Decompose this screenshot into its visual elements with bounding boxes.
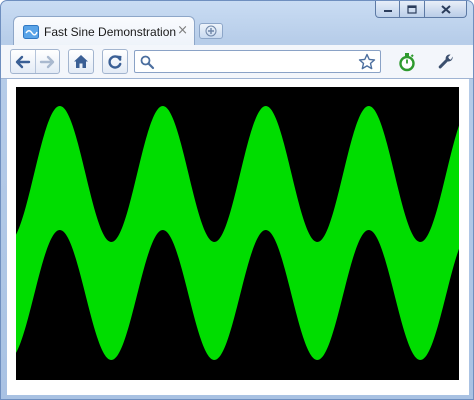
browser-window: Fast Sine Demonstration ×: [0, 0, 474, 400]
stopwatch-icon[interactable]: [397, 52, 417, 72]
page-content: [7, 79, 469, 395]
tab-close-icon[interactable]: ×: [177, 23, 188, 39]
sine-wave-graphic: [16, 87, 459, 380]
menu-button[interactable]: [431, 49, 461, 74]
caption-buttons: [375, 1, 467, 18]
forward-arrow-icon: [40, 55, 55, 68]
back-arrow-icon: [15, 55, 31, 68]
plus-icon: [205, 25, 217, 37]
close-icon: [440, 4, 451, 14]
reload-icon: [108, 54, 122, 69]
forward-button[interactable]: [36, 50, 59, 73]
wrench-icon: [438, 53, 453, 68]
tab-active[interactable]: Fast Sine Demonstration ×: [13, 16, 195, 46]
home-button[interactable]: [68, 49, 94, 74]
star-icon[interactable]: [358, 53, 376, 71]
page-icon: [23, 25, 39, 39]
address-input[interactable]: [159, 53, 349, 70]
close-window-button[interactable]: [425, 1, 467, 18]
maximize-icon: [407, 4, 417, 14]
new-tab-button[interactable]: [199, 23, 223, 39]
home-icon: [74, 55, 88, 68]
reload-button[interactable]: [102, 49, 128, 74]
back-button[interactable]: [11, 50, 36, 73]
minimize-icon: [383, 10, 392, 12]
back-forward-group: [10, 49, 60, 74]
maximize-button[interactable]: [400, 1, 425, 18]
sine-canvas: [16, 87, 459, 380]
tab-title: Fast Sine Demonstration: [44, 25, 177, 39]
omnibox[interactable]: [134, 50, 381, 73]
minimize-button[interactable]: [375, 1, 400, 18]
search-icon: [140, 55, 155, 70]
toolbar: [1, 45, 473, 79]
